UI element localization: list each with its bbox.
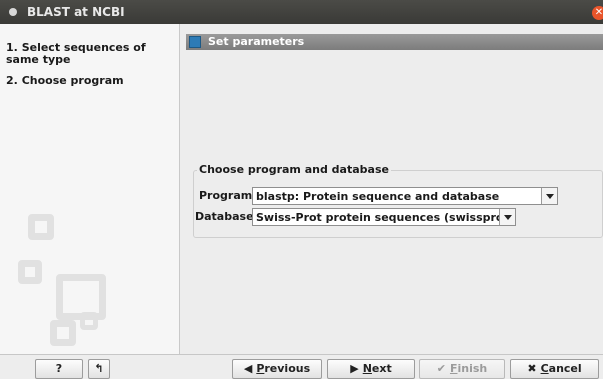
step-choose-program: 2. Choose program (6, 75, 124, 87)
program-select[interactable]: blastp: Protein sequence and database (252, 187, 558, 205)
next-mnemonic: N (362, 362, 372, 375)
close-icon[interactable]: ✕ (592, 6, 603, 20)
group-title: Choose program and database (197, 163, 391, 176)
parameters-icon (189, 36, 201, 48)
cancel-mnemonic: C (540, 362, 549, 375)
title-bar: BLAST at NCBI ✕ (0, 0, 603, 24)
previous-label: revious (264, 362, 311, 375)
cancel-label: ancel (548, 362, 582, 375)
chevron-down-icon[interactable] (499, 209, 515, 225)
chevron-down-icon[interactable] (541, 188, 557, 204)
window-menu-icon[interactable] (9, 8, 17, 16)
footer-divider (0, 354, 603, 355)
program-label: Program: (199, 189, 257, 202)
reset-icon: ↰ (94, 362, 104, 375)
cancel-x-icon: ✖ (527, 362, 537, 375)
next-button[interactable]: ▶ Next (327, 359, 415, 379)
window-title: BLAST at NCBI (27, 5, 125, 19)
step-select-sequences: 1. Select sequences of same type (6, 42, 176, 66)
finish-button[interactable]: ✔ Finish (419, 359, 505, 379)
arrow-left-icon: ◀ (243, 362, 253, 375)
step-label: Select sequences of same type (6, 41, 146, 66)
next-label: ext (371, 362, 392, 375)
checkmark-icon: ✔ (436, 362, 446, 375)
section-title: Set parameters (208, 35, 305, 48)
watermark-square-icon (50, 320, 76, 346)
reset-button[interactable]: ↰ (88, 359, 110, 379)
database-select[interactable]: Swiss-Prot protein sequences (swissprot) (252, 208, 516, 226)
program-select-value: blastp: Protein sequence and database (256, 190, 500, 203)
parameters-panel: Set parameters Choose program and databa… (186, 34, 603, 354)
wizard-steps-panel: 1. Select sequences of same type 2. Choo… (0, 24, 180, 354)
database-select-value: Swiss-Prot protein sequences (swissprot) (256, 211, 514, 224)
arrow-right-icon: ▶ (350, 362, 359, 375)
step-number: 2. (6, 74, 18, 87)
step-label: Choose program (21, 74, 124, 87)
watermark-square-icon (80, 312, 98, 330)
section-header: Set parameters (186, 34, 603, 50)
watermark-square-icon (18, 260, 42, 284)
database-label: Database (195, 210, 254, 223)
help-button-label: ? (55, 362, 63, 375)
previous-button[interactable]: ◀ Previous (232, 359, 322, 379)
watermark-square-icon (28, 214, 54, 240)
finish-label: inish (457, 362, 488, 375)
cancel-button[interactable]: ✖ Cancel (510, 359, 599, 379)
help-button[interactable]: ? (35, 359, 83, 379)
